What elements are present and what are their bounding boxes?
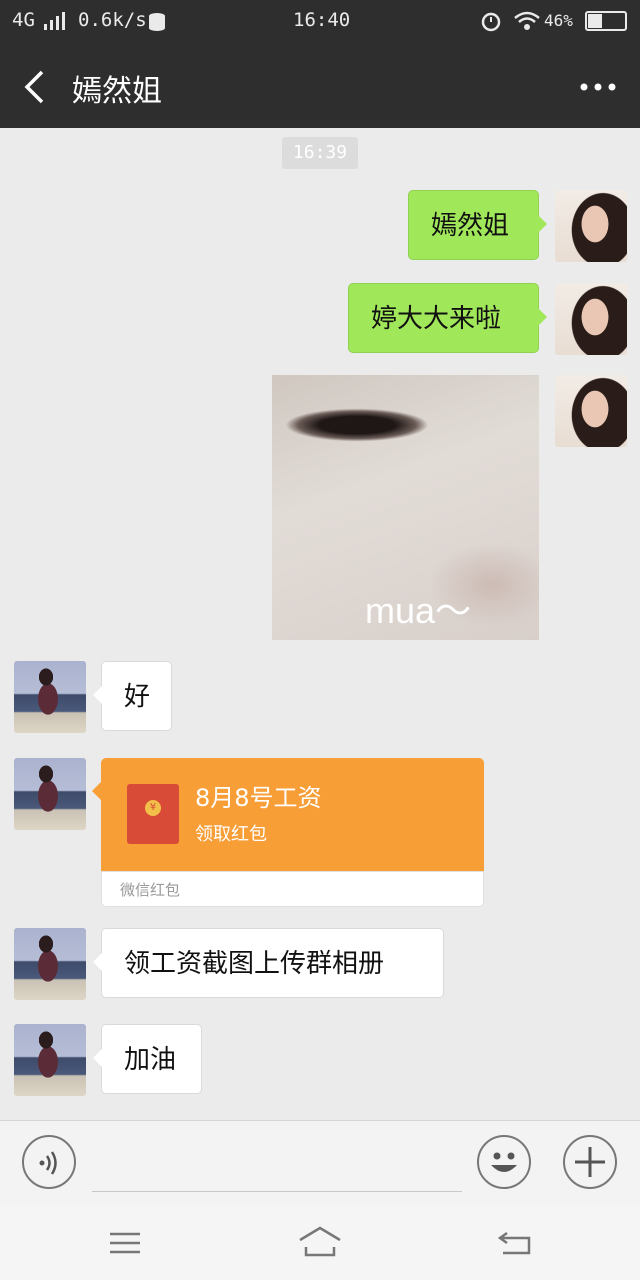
menu-icon[interactable] bbox=[105, 1223, 145, 1263]
red-packet-label: 微信红包 bbox=[120, 881, 181, 899]
message-input[interactable] bbox=[92, 1191, 462, 1192]
red-envelope-icon: ¥ bbox=[127, 784, 179, 844]
network-type: 4G bbox=[12, 9, 35, 31]
sent-message[interactable]: 婷大大来啦 bbox=[348, 283, 547, 353]
alarm-icon bbox=[481, 12, 501, 32]
more-icon[interactable] bbox=[578, 72, 618, 102]
red-packet-body: ¥ 8月8号工资 领取红包 bbox=[92, 758, 484, 871]
sticker-image[interactable]: mua～ bbox=[272, 375, 539, 640]
voice-button[interactable] bbox=[22, 1135, 76, 1189]
message-text: 嫣然姐 bbox=[431, 211, 510, 241]
wifi-icon bbox=[514, 11, 540, 30]
emoji-button[interactable] bbox=[477, 1135, 531, 1189]
sticker-caption: mua～ bbox=[364, 590, 471, 631]
red-packet-title: 8月8号工资 bbox=[195, 784, 322, 812]
clock: 16:40 bbox=[293, 9, 351, 31]
my-avatar[interactable] bbox=[555, 190, 627, 262]
emoji-icon bbox=[491, 1152, 517, 1172]
chat-header: 嫣然姐 bbox=[0, 44, 640, 128]
signal-icon bbox=[44, 12, 65, 30]
home-icon[interactable] bbox=[298, 1223, 342, 1263]
sent-message[interactable]: 嫣然姐 bbox=[408, 190, 547, 260]
my-avatar[interactable] bbox=[555, 283, 627, 355]
chat-messages[interactable]: 16:39 嫣然姐 婷大大来啦 mua～ 好 ¥ 8月8号工资 领取红包 微信红… bbox=[0, 128, 640, 1120]
chat-title: 嫣然姐 bbox=[72, 74, 162, 109]
battery-icon bbox=[585, 11, 627, 31]
battery-percent: 46% bbox=[544, 11, 573, 30]
contact-avatar[interactable] bbox=[14, 661, 86, 733]
voice-icon bbox=[39, 1151, 57, 1175]
more-functions-button[interactable] bbox=[563, 1135, 617, 1189]
contact-avatar[interactable] bbox=[14, 928, 86, 1000]
message-text: 婷大大来啦 bbox=[371, 304, 502, 334]
plus-icon bbox=[575, 1147, 605, 1177]
data-icon bbox=[149, 13, 165, 31]
contact-avatar[interactable] bbox=[14, 758, 86, 830]
red-packet-footer: 微信红包 bbox=[101, 871, 484, 907]
received-message[interactable]: 领工资截图上传群相册 bbox=[93, 928, 444, 998]
sticker-eye bbox=[272, 395, 452, 453]
red-packet-subtitle: 领取红包 bbox=[195, 824, 267, 845]
message-timestamp: 16:39 bbox=[282, 137, 358, 169]
received-message[interactable]: 加油 bbox=[93, 1024, 202, 1094]
my-avatar[interactable] bbox=[555, 375, 627, 447]
received-message[interactable]: 好 bbox=[93, 661, 172, 731]
input-bar bbox=[0, 1120, 640, 1205]
message-text: 好 bbox=[124, 682, 151, 712]
message-text: 领工资截图上传群相册 bbox=[124, 949, 385, 979]
red-packet-message[interactable]: ¥ 8月8号工资 领取红包 微信红包 bbox=[92, 758, 484, 907]
back-nav-icon[interactable] bbox=[495, 1223, 535, 1263]
back-icon[interactable] bbox=[22, 70, 48, 104]
contact-avatar[interactable] bbox=[14, 1024, 86, 1096]
system-nav-bar bbox=[0, 1205, 640, 1280]
network-speed: 0.6k/s bbox=[78, 9, 147, 31]
message-text: 加油 bbox=[124, 1045, 177, 1075]
status-bar: 4G 0.6k/s 16:40 46% bbox=[0, 0, 640, 44]
